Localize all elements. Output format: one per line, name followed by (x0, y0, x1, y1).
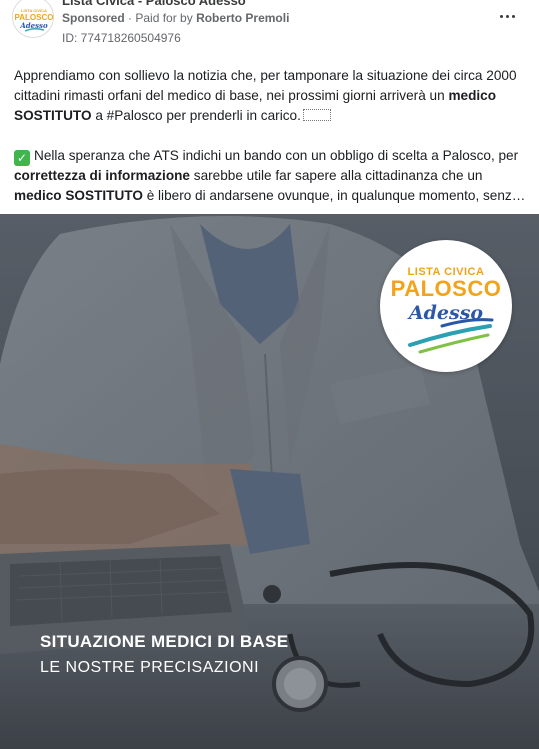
logo-wave-icon (408, 318, 494, 354)
p2-text-1: Nella speranza che ATS indichi un bando … (34, 148, 519, 163)
p1-text-2: a #Palosco per prenderli in carico. (91, 108, 301, 123)
more-options-icon[interactable] (495, 6, 519, 26)
sponsored-label: Sponsored (62, 11, 125, 25)
p2-last-line[interactable]: medico SOSTITUTO è libero di andarsene o… (14, 186, 526, 206)
ad-id: ID: 774718260504976 (62, 31, 181, 45)
p2-bold-2: medico SOSTITUTO (14, 188, 143, 203)
paid-for-label: · Paid for by (128, 11, 193, 25)
post-body: Apprendiamo con sollievo la notizia che,… (14, 66, 526, 226)
check-mark-icon: ✓ (14, 150, 30, 166)
p2-text-2: sarebbe utile far sapere alla cittadinan… (190, 168, 483, 183)
image-caption-title: SITUAZIONE MEDICI DI BASE (40, 632, 289, 651)
p1-text-1: Apprendiamo con sollievo la notizia che,… (14, 68, 517, 103)
sponsored-line: Sponsored · Paid for by Roberto Premoli (62, 11, 289, 25)
ad-header: LISTA CIVICA PALOSCO Adesso Lista Civica… (0, 0, 539, 56)
emoji-placeholder-icon (302, 109, 331, 121)
post-paragraph-1: Apprendiamo con sollievo la notizia che,… (14, 66, 526, 126)
ad-image[interactable]: LISTA CIVICA PALOSCO Adesso SITUAZIONE M… (0, 214, 539, 749)
image-caption-subtitle: LE NOSTRE PRECISAZIONI (40, 659, 260, 676)
page-name-link[interactable]: Lista Civica - Palosco Adesso (62, 0, 246, 8)
p2-bold-1: correttezza di informazione (14, 168, 190, 183)
payer-name: Roberto Premoli (196, 11, 290, 25)
page-logo-icon: LISTA CIVICA PALOSCO Adesso (13, 0, 53, 37)
p2-text-3: è libero di andarsene ovunque, in qualun… (142, 188, 526, 203)
campaign-logo: LISTA CIVICA PALOSCO Adesso (380, 240, 512, 372)
page-avatar[interactable]: LISTA CIVICA PALOSCO Adesso (12, 0, 54, 38)
post-paragraph-2: ✓ Nella speranza che ATS indichi un bando… (14, 146, 526, 206)
